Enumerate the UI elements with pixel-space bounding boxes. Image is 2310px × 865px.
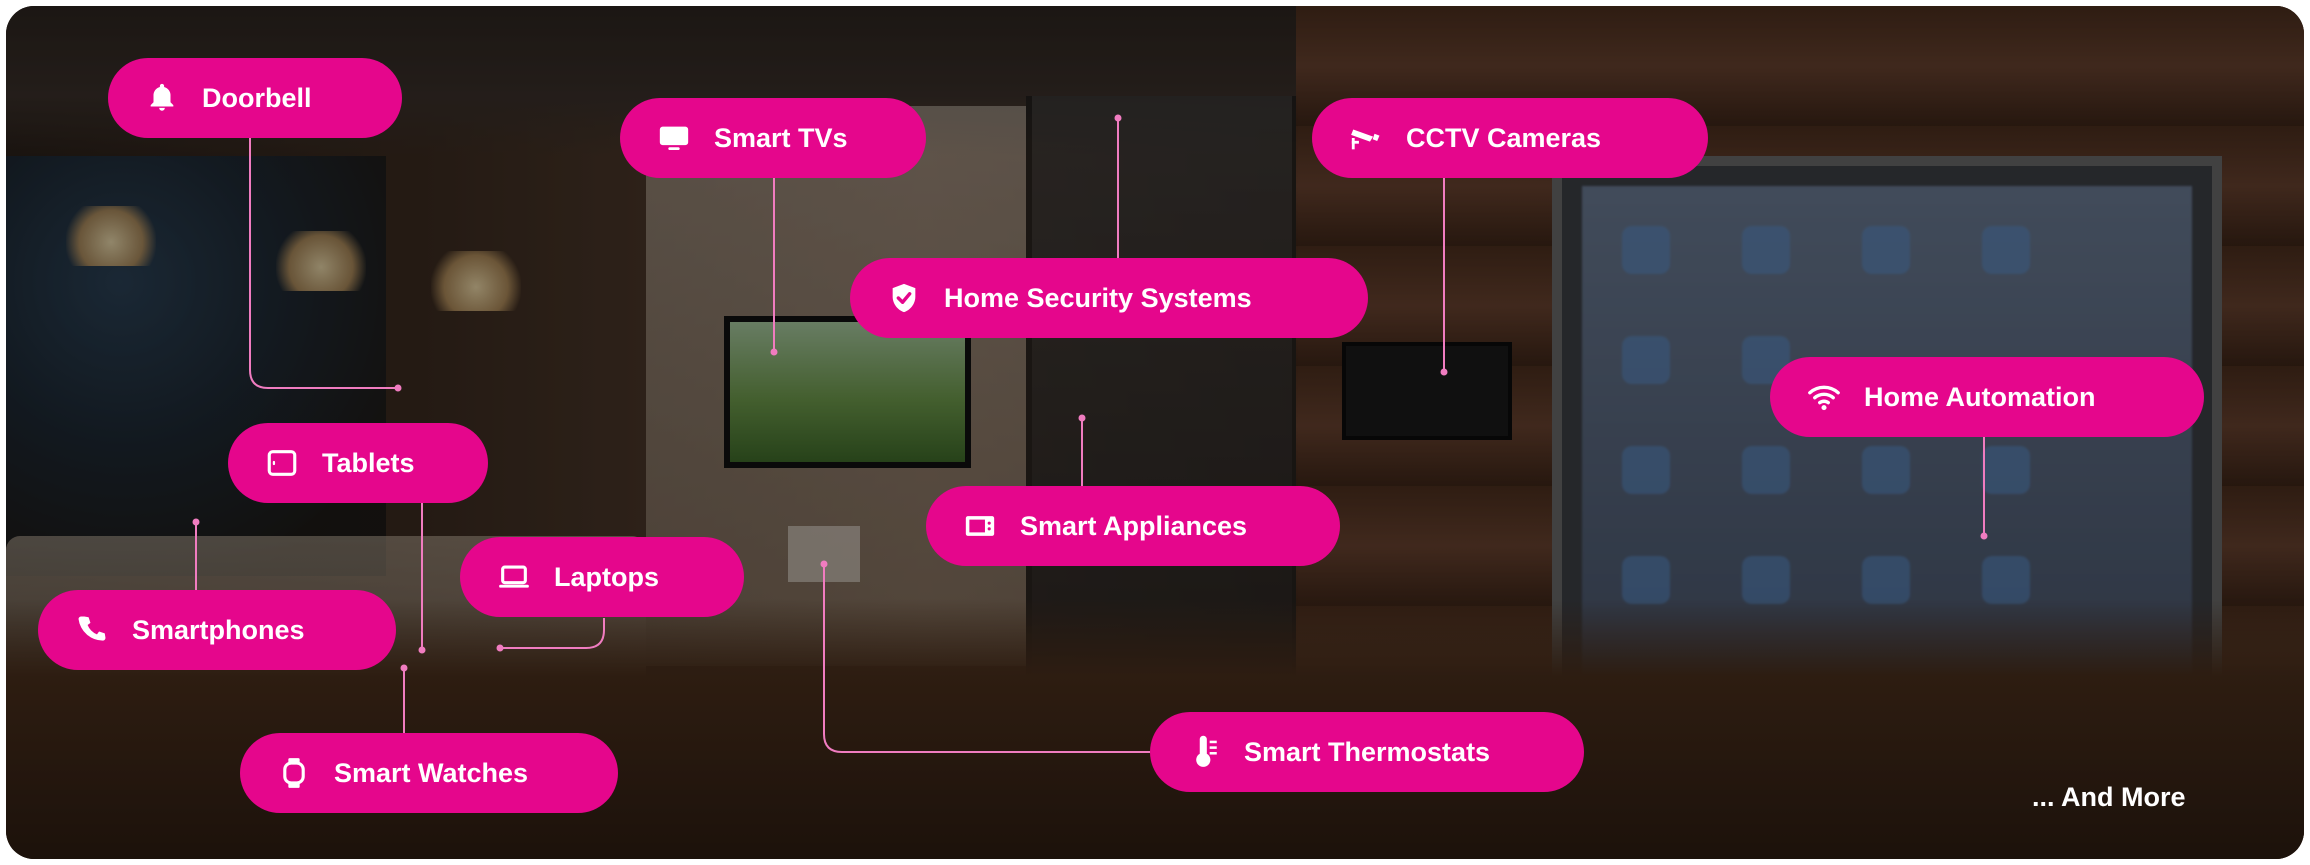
and-more-text: ... And More xyxy=(2032,782,2186,812)
home-automation-label: Home Automation xyxy=(1770,357,2204,437)
smart-thermostats-text: Smart Thermostats xyxy=(1244,736,1491,767)
smart-watches-text: Smart Watches xyxy=(334,757,529,788)
home-automation-text: Home Automation xyxy=(1864,381,2096,412)
laptops-label: Laptops xyxy=(460,537,744,617)
smart-tvs-label: Smart TVs xyxy=(620,98,926,178)
laptops-text: Laptops xyxy=(554,561,659,592)
home-security-text: Home Security Systems xyxy=(944,282,1252,313)
smart-watches-label: Smart Watches xyxy=(240,733,618,813)
doorbell-text: Doorbell xyxy=(202,82,312,113)
watch-icon xyxy=(276,755,312,791)
smart-appliances-text: Smart Appliances xyxy=(1020,510,1248,541)
smart-appliances-label: Smart Appliances xyxy=(926,486,1340,566)
smartphones-text: Smartphones xyxy=(132,614,305,645)
tablets-text: Tablets xyxy=(322,447,415,478)
smart-thermostats-label: Smart Thermostats xyxy=(1150,712,1584,792)
cctv-camera-icon xyxy=(1348,120,1384,156)
smart-tvs-text: Smart TVs xyxy=(714,122,848,153)
shield-check-icon xyxy=(886,280,922,316)
tablets-label: Tablets xyxy=(228,423,488,503)
tablet-icon xyxy=(264,445,300,481)
home-security-label: Home Security Systems xyxy=(850,258,1368,338)
bell-icon xyxy=(144,80,180,116)
cctv-cameras-label: CCTV Cameras xyxy=(1312,98,1708,178)
wifi-icon xyxy=(1806,379,1842,415)
smartphones-label: Smartphones xyxy=(38,590,396,670)
cctv-cameras-text: CCTV Cameras xyxy=(1406,122,1602,153)
tv-icon xyxy=(656,120,692,156)
phone-icon xyxy=(74,612,110,648)
doorbell-label: Doorbell xyxy=(108,58,402,138)
laptop-icon xyxy=(496,559,532,595)
thermometer-icon xyxy=(1186,734,1222,770)
microwave-icon xyxy=(962,508,998,544)
